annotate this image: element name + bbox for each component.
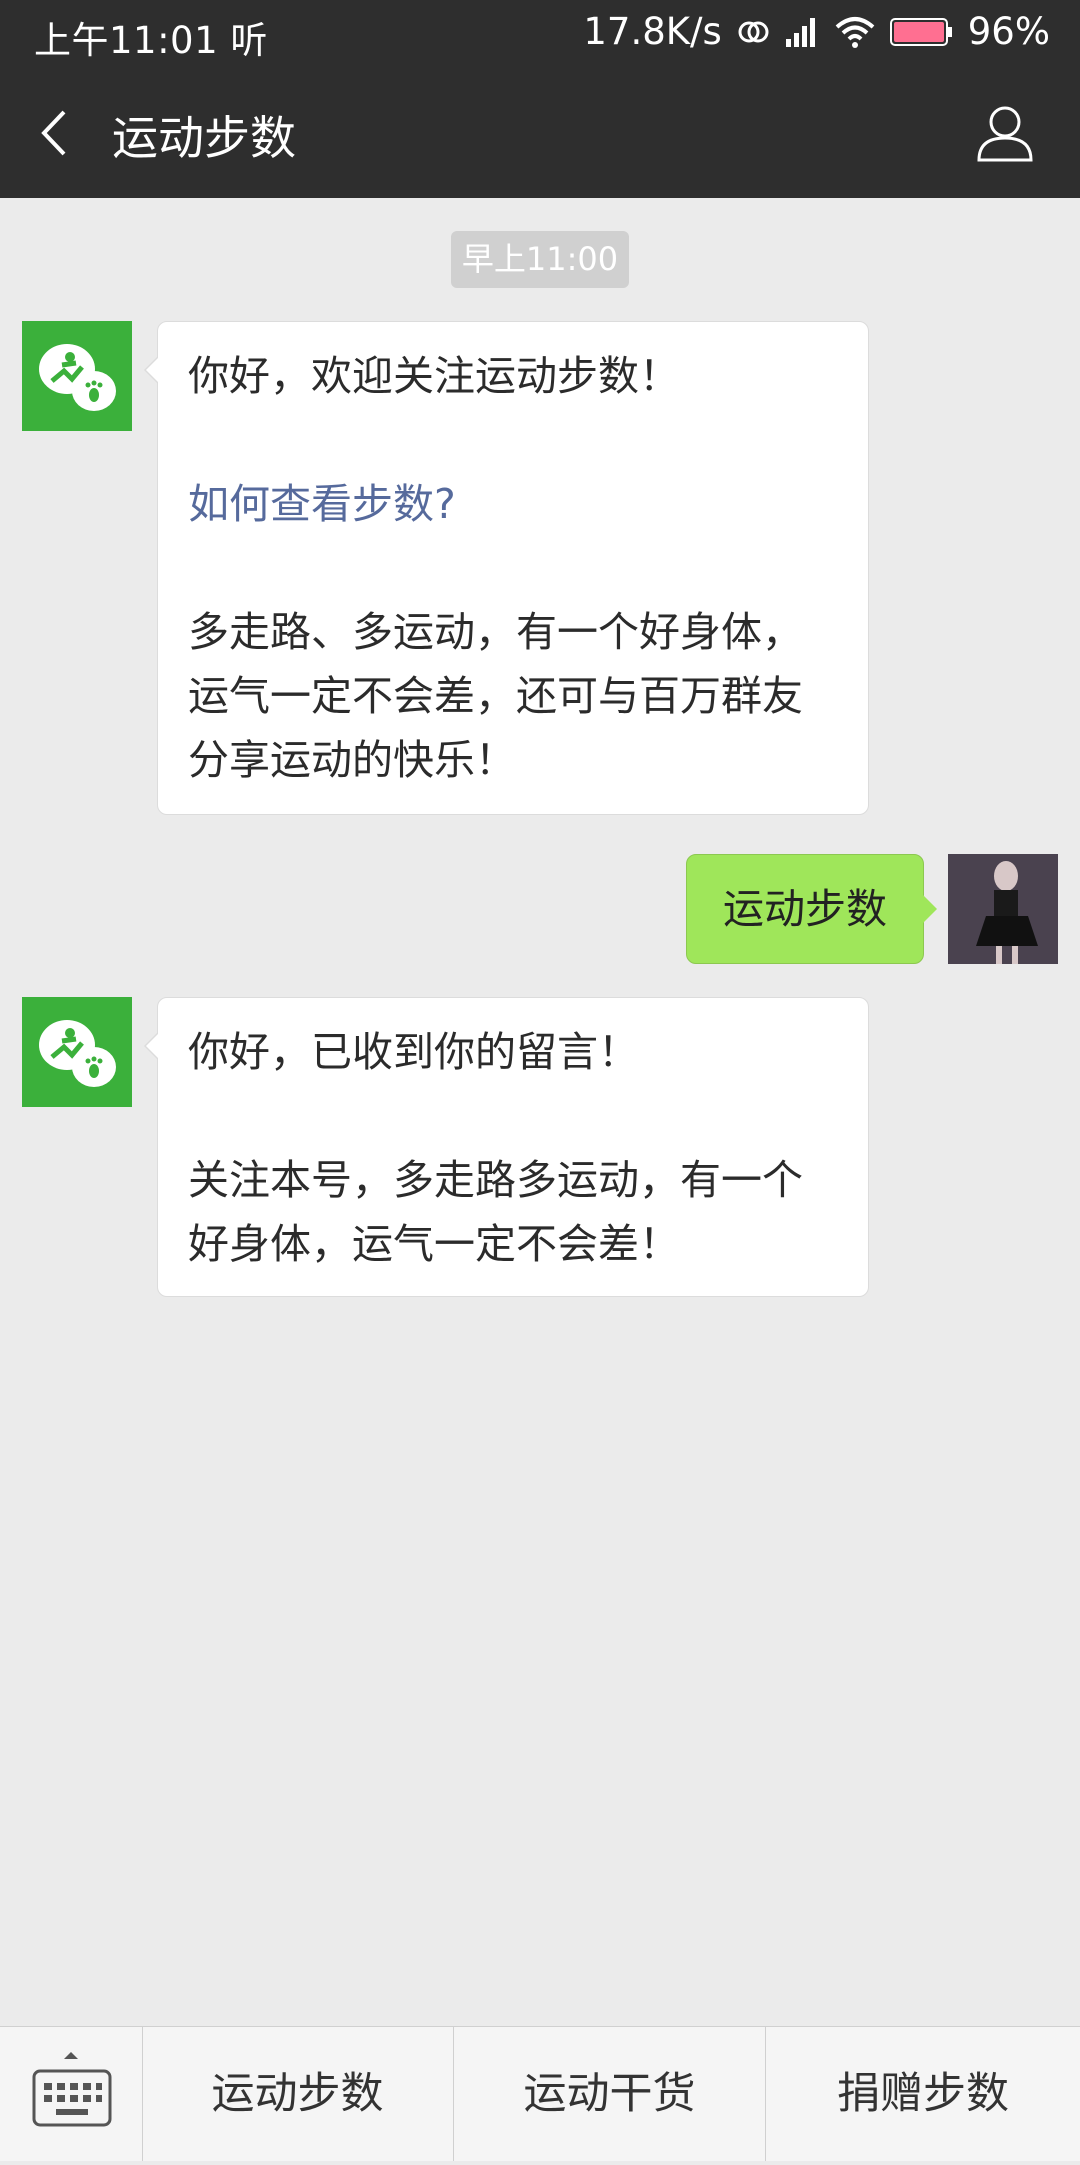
person-icon[interactable]: [974, 102, 1036, 164]
message-bubble-reply: 你好，已收到你的留言！ 关注本号，多走路多运动，有一个好身体，运气一定不会差！: [144, 997, 869, 1297]
my-avatar[interactable]: [948, 854, 1058, 964]
status-right: 17.8K/s 96%: [569, 10, 1050, 53]
menu-item-donate[interactable]: 捐赠步数: [766, 2027, 1080, 2161]
status-extra: 听: [230, 19, 268, 62]
message-body: 多走路、多运动，有一个好身体，运气一定不会差，还可与百万群友分享运动的快乐！: [188, 608, 803, 784]
message-body: 关注本号，多走路多运动，有一个好身体，运气一定不会差！: [188, 1156, 803, 1268]
menu-item-tips[interactable]: 运动干货: [454, 2027, 766, 2161]
nav-bar: 运动步数: [0, 68, 1080, 198]
chat-timestamp: 早上11:00: [451, 231, 629, 288]
message-greeting: 你好，欢迎关注运动步数！: [188, 352, 680, 400]
page-title: 运动步数: [112, 111, 296, 165]
chevron-left-icon[interactable]: [34, 106, 84, 160]
battery-percent: 96%: [967, 10, 1050, 53]
menu-item-steps[interactable]: 运动步数: [142, 2027, 454, 2161]
message-bubble-welcome: 你好，欢迎关注运动步数！ 如何查看步数? 多走路、多运动，有一个好身体，运气一定…: [144, 321, 869, 815]
keyboard-icon: [32, 2052, 112, 2127]
status-left: 上午11:01 听: [34, 10, 268, 64]
user-photo-icon: [948, 854, 1058, 964]
bottom-menu-bar: 运动步数 运动干货 捐赠步数: [0, 2026, 1080, 2161]
signal-icon: [785, 17, 815, 47]
wifi-icon: [835, 16, 875, 48]
status-time: 上午11:01: [34, 19, 219, 62]
battery-icon: [889, 17, 952, 46]
how-to-check-steps-link[interactable]: 如何查看步数?: [188, 472, 838, 536]
official-avatar[interactable]: [22, 321, 132, 431]
runner-logo-icon: [39, 1020, 116, 1087]
link-icon: [738, 21, 769, 42]
keyboard-toggle-button[interactable]: [0, 2027, 143, 2161]
status-bar: 上午11:01 听 17.8K/s 96%: [0, 0, 1080, 68]
network-speed: 17.8K/s: [583, 10, 722, 53]
official-avatar[interactable]: [22, 997, 132, 1107]
my-message-bubble: 运动步数: [686, 854, 937, 964]
message-greeting: 你好，已收到你的留言！: [188, 1028, 639, 1076]
runner-logo-icon: [39, 344, 116, 411]
